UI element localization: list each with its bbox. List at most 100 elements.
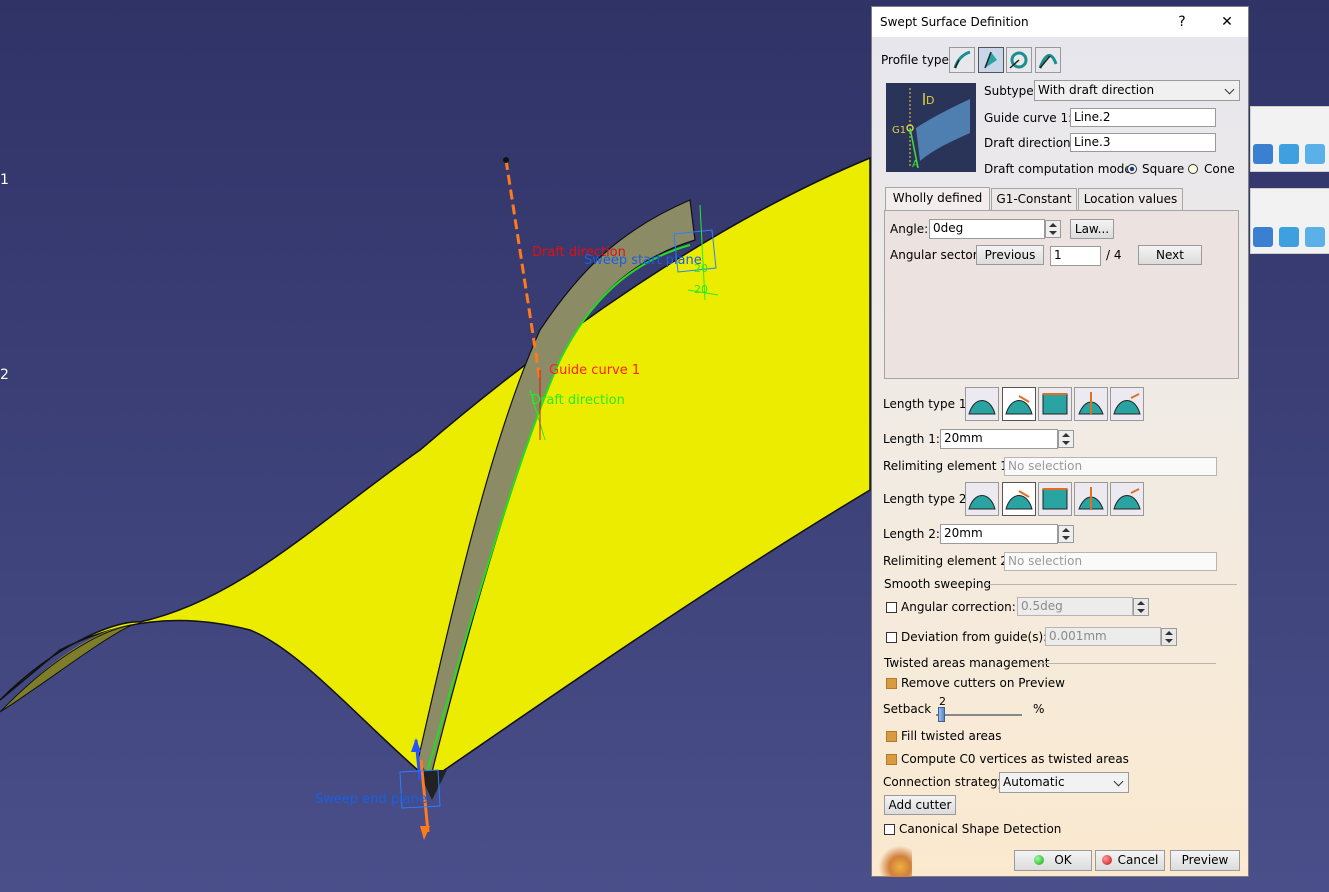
preview-g1-label: G1 <box>892 125 907 136</box>
guide-curve-field[interactable]: Line.2 <box>1070 108 1216 127</box>
draft-direction-field[interactable]: Line.3 <box>1070 133 1216 152</box>
connection-strategy-value: Automatic <box>1003 775 1065 789</box>
subtype-value: With draft direction <box>1038 83 1155 97</box>
angular-correction-spinner[interactable] <box>1133 598 1149 616</box>
length-type-2-label: Length type 2: <box>883 492 971 506</box>
fill-twisted-label: Fill twisted areas <box>901 729 1002 743</box>
toolbar-fragment-1 <box>1250 106 1329 172</box>
setback-unit: % <box>1033 702 1045 716</box>
add-cutter-button[interactable]: Add cutter <box>884 795 956 815</box>
angular-correction-field[interactable]: 0.5deg <box>1017 597 1133 616</box>
length-type-1-along-surface-button[interactable] <box>1110 387 1144 421</box>
preview-a-label: A <box>912 159 919 170</box>
sweep-end-plane-label[interactable]: Sweep end plane <box>315 792 427 807</box>
length-type-2-along-surface-button[interactable] <box>1110 482 1144 516</box>
angular-correction-checkbox[interactable] <box>886 602 897 613</box>
setback-slider-track[interactable] <box>936 714 1022 716</box>
length-2-field[interactable]: 20mm <box>940 524 1058 544</box>
square-label: Square <box>1142 162 1185 176</box>
length-type-2-no-button[interactable] <box>1002 482 1036 516</box>
smooth-sweeping-label: Smooth sweeping <box>884 577 992 591</box>
sector-field[interactable]: 1 <box>1050 246 1101 266</box>
edge-label-2: 2 <box>0 367 9 383</box>
cancel-button[interactable]: Cancel <box>1095 850 1165 871</box>
profile-type-conic-button[interactable] <box>1035 47 1061 73</box>
catia-logo-icon <box>872 845 912 877</box>
remove-cutters-checkbox[interactable] <box>886 678 897 689</box>
length-1-label: Length 1: <box>883 432 940 446</box>
swept-surface-dialog: Swept Surface Definition ? ✕ Profile typ… <box>871 6 1249 877</box>
profile-type-line-button[interactable] <box>978 47 1004 73</box>
length-1-spinner[interactable] <box>1058 430 1074 448</box>
length-type-1-no-button[interactable] <box>1002 387 1036 421</box>
deviation-checkbox[interactable] <box>886 632 897 643</box>
previous-button[interactable]: Previous <box>976 245 1044 265</box>
tab-location-values[interactable]: Location values <box>1078 188 1183 210</box>
ok-label: OK <box>1054 853 1072 867</box>
deviation-spinner[interactable] <box>1161 628 1177 646</box>
law-button[interactable]: Law... <box>1070 219 1114 239</box>
dialog-titlebar[interactable]: Swept Surface Definition ? ✕ <box>872 7 1248 37</box>
subtype-select[interactable]: With draft direction <box>1034 80 1240 101</box>
ok-button[interactable]: OK <box>1014 850 1092 871</box>
setback-slider-thumb[interactable] <box>938 707 945 722</box>
length-type-2-standard-button[interactable] <box>965 482 999 516</box>
twisted-areas-label: Twisted areas management <box>884 656 1050 670</box>
setback-label: Setback <box>883 702 932 716</box>
profile-type-circle-button[interactable] <box>1006 47 1032 73</box>
length-type-1-from-extremum-button[interactable] <box>1074 387 1108 421</box>
subtype-label: Subtype: <box>984 84 1038 98</box>
canonical-checkbox[interactable] <box>884 824 895 835</box>
angular-correction-label: Angular correction: <box>901 600 1016 614</box>
ok-icon <box>1034 855 1045 865</box>
preview-button[interactable]: Preview <box>1170 850 1240 871</box>
deviation-label: Deviation from guide(s): <box>901 630 1048 644</box>
connection-strategy-label: Connection strategy: <box>883 775 1008 789</box>
next-button[interactable]: Next <box>1138 245 1202 265</box>
draft-direction-line <box>504 159 542 381</box>
draft-direction-label: Draft direction: <box>984 136 1075 150</box>
blend-icon[interactable] <box>1279 144 1299 164</box>
length-type-1-standard-button[interactable] <box>965 387 999 421</box>
draft-direction-green-label[interactable]: Draft direction <box>531 393 625 408</box>
relimiting-1-field[interactable]: No selection <box>1004 457 1217 476</box>
tab-wholly-defined[interactable]: Wholly defined <box>885 187 990 211</box>
profile-type-explicit-button[interactable] <box>949 47 975 73</box>
fill-icon[interactable] <box>1305 144 1325 164</box>
relimiting-2-field[interactable]: No selection <box>1004 552 1217 571</box>
subtype-preview-image: D G1 A <box>886 83 976 172</box>
relimiting-1-label: Relimiting element 1: <box>883 459 1012 473</box>
square-radio[interactable] <box>1127 164 1137 174</box>
extrude-icon[interactable] <box>1279 227 1299 247</box>
revolve-icon[interactable] <box>1305 227 1325 247</box>
length-type-2-from-to-button[interactable] <box>1038 482 1072 516</box>
angle-field[interactable]: 0deg <box>929 219 1045 239</box>
angular-sector-label: Angular sector: <box>890 248 982 262</box>
twisted-separator <box>1034 663 1216 664</box>
draft-mode-label: Draft computation mode: <box>984 162 1136 176</box>
cancel-icon <box>1101 855 1112 865</box>
guide-curve-label: Guide curve 1: <box>984 111 1073 125</box>
length-2-spinner[interactable] <box>1058 525 1074 543</box>
close-button[interactable]: ✕ <box>1215 11 1239 33</box>
compute-c0-checkbox[interactable] <box>886 754 897 765</box>
chevron-down-icon <box>1113 776 1124 787</box>
angle-spinner[interactable] <box>1045 220 1061 238</box>
fill-twisted-checkbox[interactable] <box>886 731 897 742</box>
length-type-2-from-extremum-button[interactable] <box>1074 482 1108 516</box>
length-type-1-from-to-button[interactable] <box>1038 387 1072 421</box>
offset-icon[interactable] <box>1253 227 1273 247</box>
length-1-field[interactable]: 20mm <box>940 429 1058 449</box>
canonical-label: Canonical Shape Detection <box>899 822 1062 836</box>
sector-total: / 4 <box>1106 248 1122 262</box>
cone-label: Cone <box>1204 162 1235 176</box>
help-button[interactable]: ? <box>1170 11 1194 33</box>
connection-strategy-select[interactable]: Automatic <box>999 772 1129 793</box>
guide-curve-label[interactable]: Guide curve 1 <box>549 363 640 378</box>
sweep-icon[interactable] <box>1253 144 1273 164</box>
smooth-separator <box>985 584 1237 585</box>
tab-g1-constant[interactable]: G1-Constant <box>991 188 1077 210</box>
cone-radio[interactable] <box>1188 164 1198 174</box>
sweep-start-plane-label[interactable]: Sweep start plane <box>584 253 702 268</box>
deviation-field[interactable]: 0.001mm <box>1045 627 1161 646</box>
